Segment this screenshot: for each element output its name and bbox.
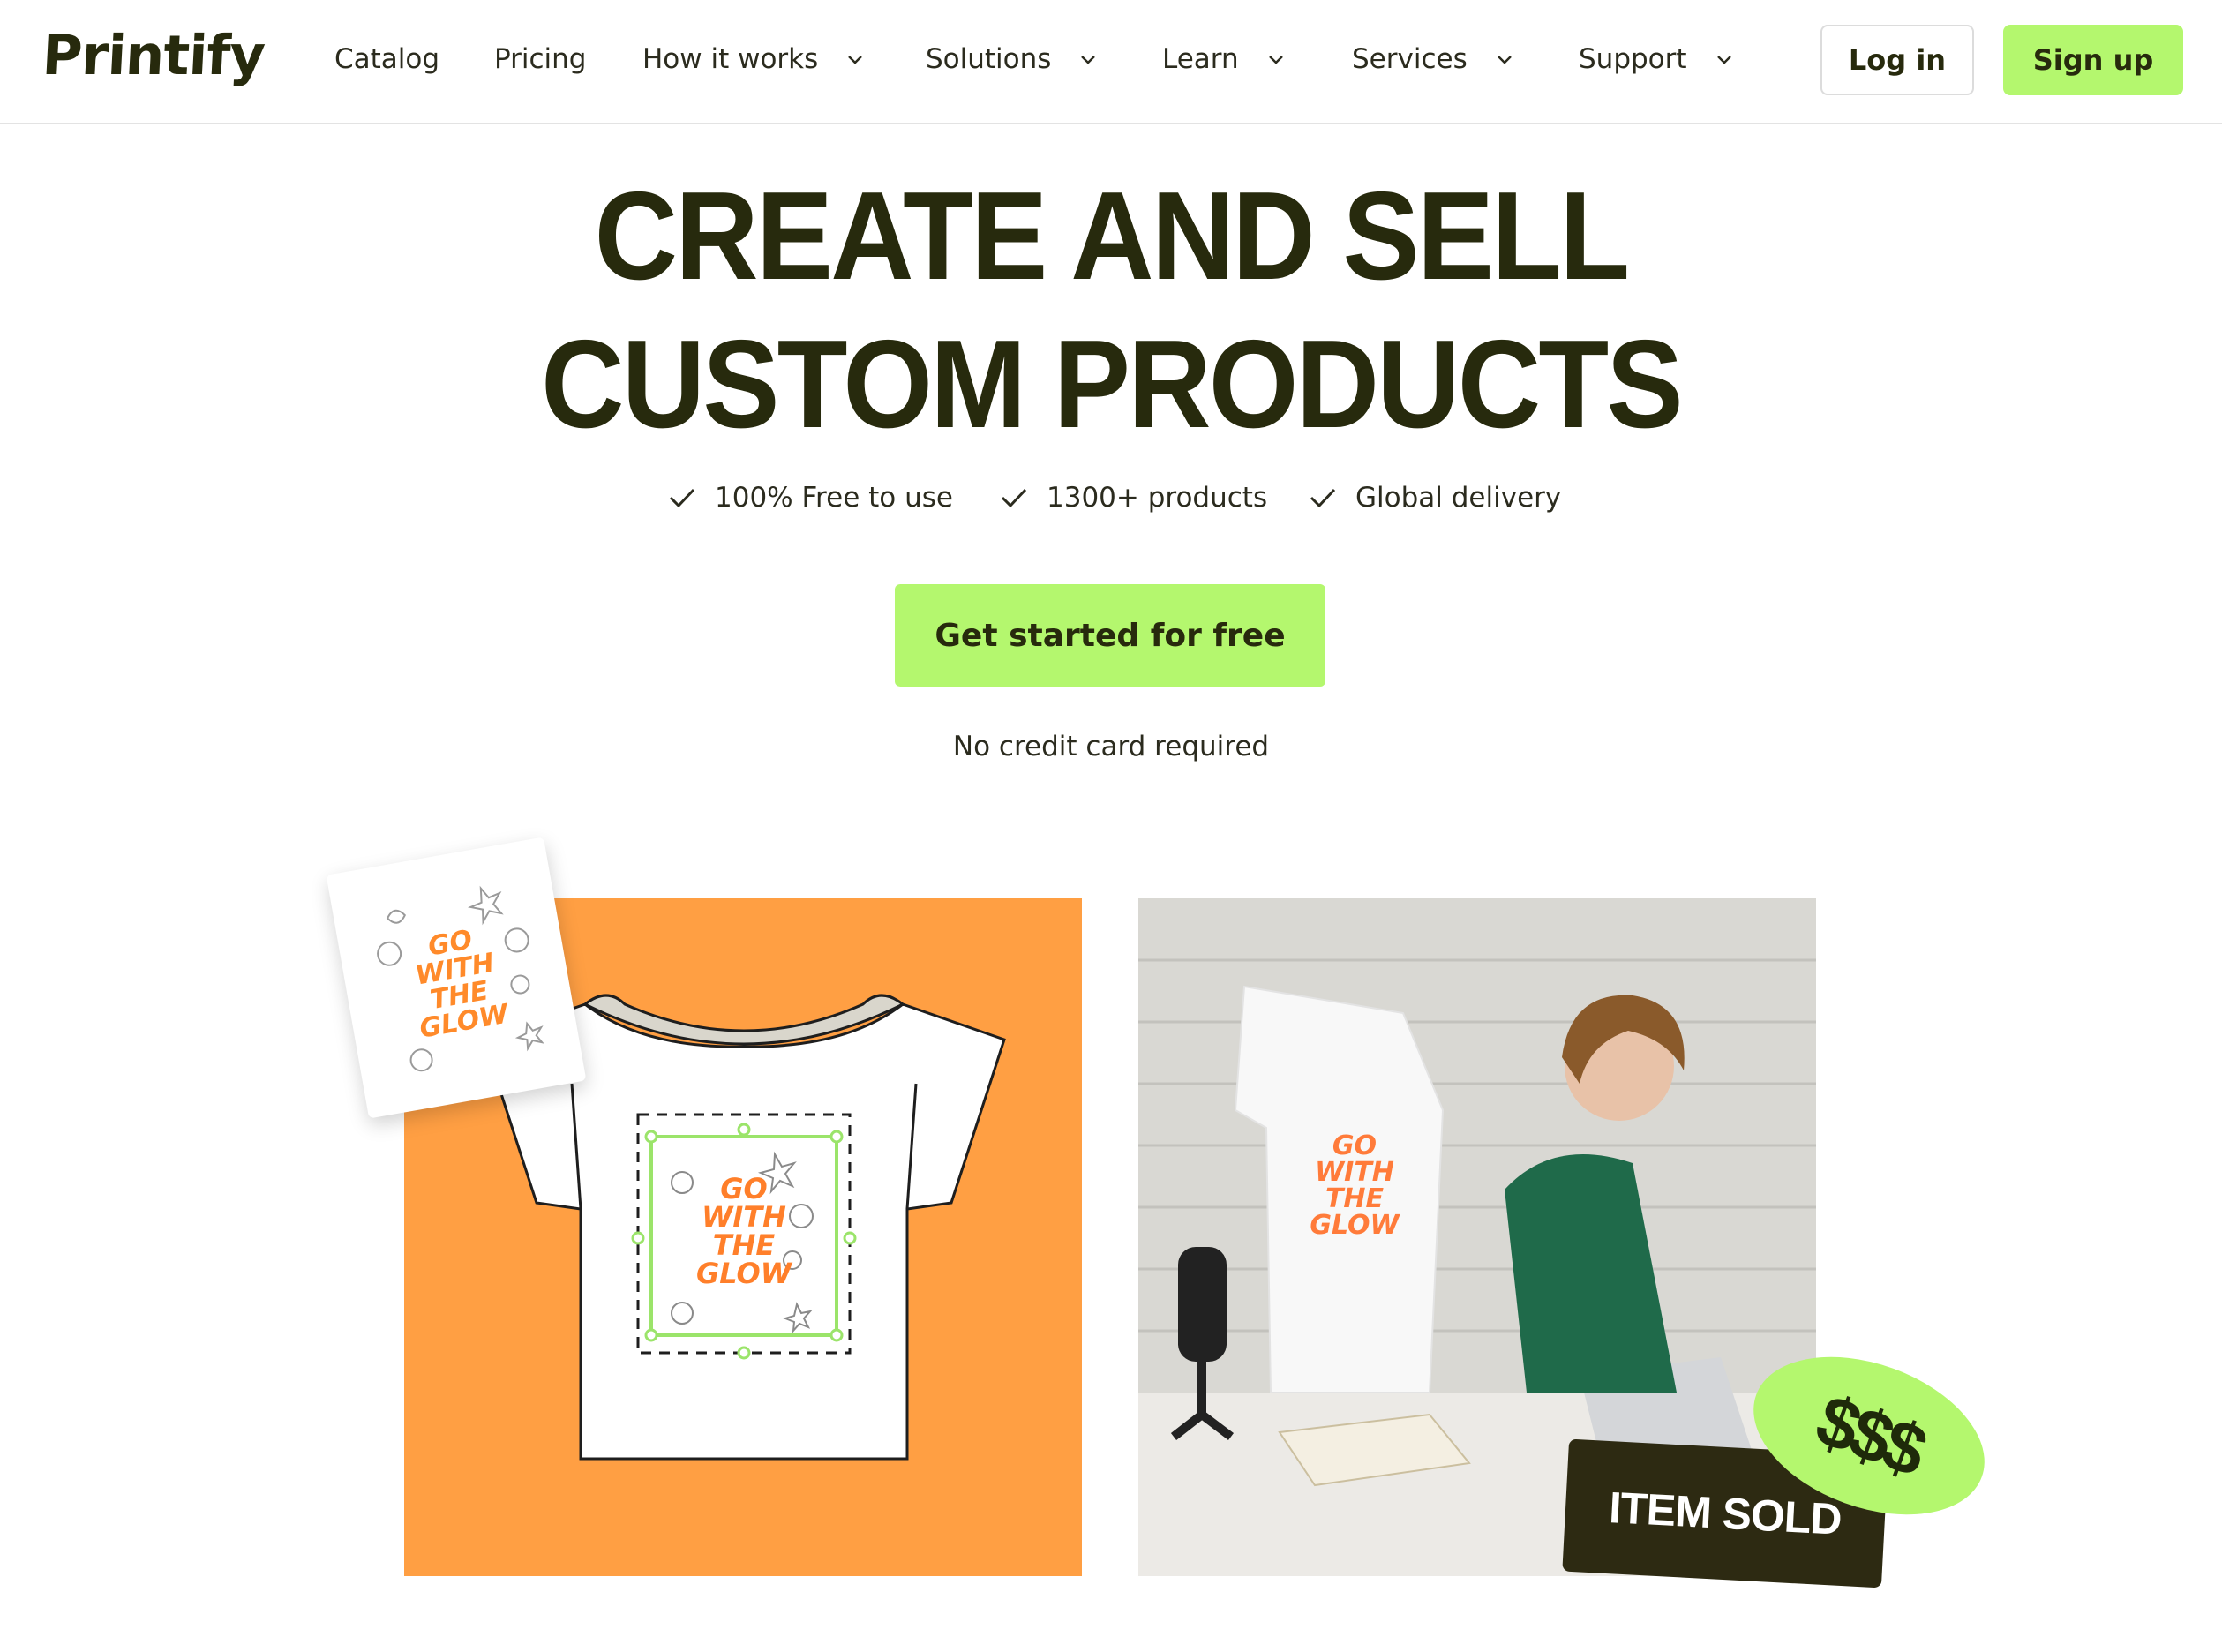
nav-item-solutions[interactable]: Solutions [926, 39, 1099, 79]
hero-title: CREATE AND SELL CUSTOM PRODUCTS [89, 162, 2134, 459]
nav-item-support[interactable]: Support [1579, 39, 1735, 79]
checkmark-icon [669, 488, 695, 508]
site-header: Printify Catalog Pricing How it works So… [0, 0, 2222, 124]
no-credit-card-note: No credit card required [952, 731, 1270, 762]
printify-logo[interactable]: Printify [41, 23, 266, 87]
feature-label: 100% Free to use [715, 482, 953, 514]
nav-label: Catalog [334, 43, 440, 75]
hero-title-line-1: CREATE AND SELL [594, 166, 1630, 306]
nav-item-how-it-works[interactable]: How it works [642, 39, 866, 79]
nav-label: Services [1352, 43, 1468, 75]
chevron-down-icon [1497, 56, 1512, 64]
feature-label: 1300+ products [1047, 482, 1268, 514]
design-sticker-card: GO WITH THE GLOW [326, 837, 587, 1119]
login-button[interactable]: Log in [1820, 25, 1974, 95]
chevron-down-icon [1268, 56, 1283, 64]
chevron-down-icon [1081, 56, 1096, 64]
nav-label: How it works [642, 43, 819, 75]
checkmark-icon [1001, 488, 1027, 508]
hero-title-line-2: CUSTOM PRODUCTS [541, 314, 1683, 454]
nav-label: Support [1579, 43, 1687, 75]
feature-list: 100% Free to use 1300+ products Global d… [0, 482, 2222, 531]
feature-label: Global delivery [1355, 482, 1562, 514]
feature-item: 100% Free to use [667, 482, 953, 514]
nav-label: Learn [1162, 43, 1239, 75]
nav-item-services[interactable]: Services [1352, 39, 1515, 79]
nav-item-pricing[interactable]: Pricing [494, 39, 587, 79]
design-text: GLOW [1310, 1210, 1400, 1241]
get-started-button[interactable]: Get started for free [895, 584, 1325, 687]
nav-item-catalog[interactable]: Catalog [334, 39, 439, 79]
nav-label: Pricing [494, 43, 587, 75]
chevron-down-icon [848, 56, 863, 64]
nav-item-learn[interactable]: Learn [1162, 39, 1287, 79]
chevron-down-icon [1716, 56, 1731, 64]
feature-item: 1300+ products [999, 482, 1267, 514]
feature-item: Global delivery [1308, 482, 1561, 514]
nav-label: Solutions [926, 43, 1052, 75]
checkmark-icon [1310, 488, 1336, 508]
signup-button[interactable]: Sign up [2003, 25, 2183, 95]
design-preview: GO WITH THE GLOW [377, 885, 544, 1072]
design-text: GLOW [696, 1257, 793, 1290]
